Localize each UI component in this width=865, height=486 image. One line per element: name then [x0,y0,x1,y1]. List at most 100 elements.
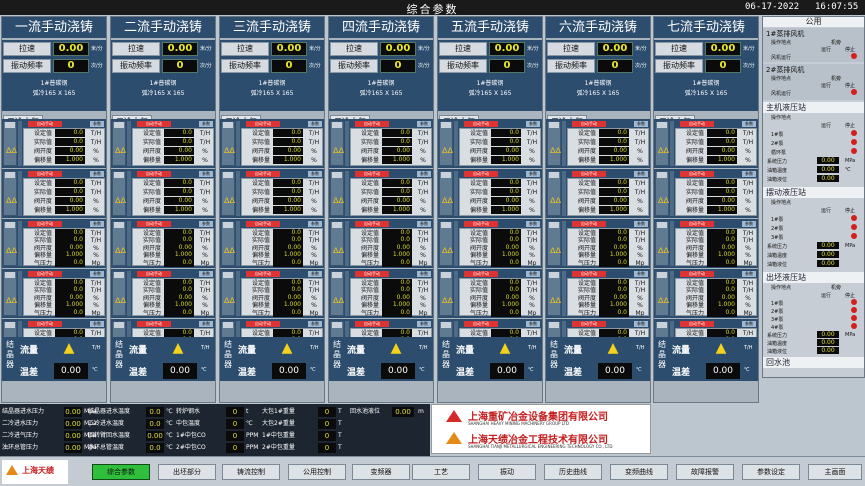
param-button[interactable]: 参数 [417,321,431,327]
pull-label: 拉速 [439,42,487,56]
zone-indicator: ᐃᐃ [330,221,344,266]
mode-button[interactable]: 自动手动 [572,121,606,127]
mode-button[interactable]: 自动手动 [355,321,389,327]
param-button[interactable]: 参数 [742,321,756,327]
osc-value: 0 [53,59,89,73]
mode-button[interactable]: 自动手动 [246,271,280,277]
mode-button[interactable]: 自动手动 [28,171,62,177]
mode-button[interactable]: 自动手动 [572,321,606,327]
nav-button[interactable]: 工艺 [412,464,470,480]
param-button[interactable]: 参数 [417,121,431,127]
mode-button[interactable]: 自动手动 [355,271,389,277]
param-button[interactable]: 参数 [742,171,756,177]
param-button[interactable]: 参数 [199,271,213,277]
param-button[interactable]: 参数 [308,121,322,127]
nav-button[interactable]: 振动 [478,464,536,480]
param-button[interactable]: 参数 [90,171,104,177]
osc-label: 振动频率 [221,59,269,73]
param-button[interactable]: 参数 [308,271,322,277]
mode-button[interactable]: 自动手动 [137,121,171,127]
param-button[interactable]: 参数 [308,221,322,227]
mode-button[interactable]: 自动手动 [572,221,606,227]
mode-button[interactable]: 自动手动 [246,121,280,127]
nav-button[interactable]: 综合参数 [92,464,150,480]
strand-title[interactable]: 一流手动浇铸 [2,17,106,38]
oil-level-label: 油箱液位 [767,349,788,355]
mode-button[interactable]: 自动手动 [464,221,498,227]
mode-button[interactable]: 自动手动 [246,171,280,177]
mode-button[interactable]: 自动手动 [137,321,171,327]
param-button[interactable]: 参数 [634,121,648,127]
mode-button[interactable]: 自动手动 [680,221,714,227]
mode-button[interactable]: 自动手动 [464,171,498,177]
mode-button[interactable]: 自动手动 [355,121,389,127]
mode-button[interactable]: 自动手动 [464,321,498,327]
mode-button[interactable]: 自动手动 [28,221,62,227]
strand-title[interactable]: 二流手动浇铸 [111,17,215,38]
param-button[interactable]: 参数 [526,121,540,127]
mode-button[interactable]: 自动手动 [137,221,171,227]
param-button[interactable]: 参数 [417,221,431,227]
param-button[interactable]: 参数 [417,171,431,177]
param-button[interactable]: 参数 [417,271,431,277]
nav-button[interactable]: 主画面 [808,464,862,480]
mode-button[interactable]: 自动手动 [464,121,498,127]
row-unit: Mp [635,259,645,267]
param-button[interactable]: 参数 [742,271,756,277]
param-button[interactable]: 参数 [199,121,213,127]
strand-title[interactable]: 四流手动浇铸 [329,17,433,38]
param-button[interactable]: 参数 [199,221,213,227]
nav-button[interactable]: 参数设定 [742,464,800,480]
mode-button[interactable]: 自动手动 [28,271,62,277]
param-button[interactable]: 参数 [742,221,756,227]
mode-button[interactable]: 自动手动 [246,321,280,327]
spray-icon: ᐃᐃ [333,296,344,305]
param-button[interactable]: 参数 [199,171,213,177]
table-row: 气压力0.0 Mp [242,258,324,268]
mode-button[interactable]: 自动手动 [680,121,714,127]
param-button[interactable]: 参数 [308,171,322,177]
param-button[interactable]: 参数 [634,321,648,327]
nav-button[interactable]: 出坯部分 [158,464,216,480]
param-button[interactable]: 参数 [526,221,540,227]
nav-button[interactable]: 公用控制 [288,464,346,480]
param-button[interactable]: 参数 [526,321,540,327]
mode-button[interactable]: 自动手动 [137,171,171,177]
nav-button[interactable]: 历史曲线 [544,464,602,480]
mode-button[interactable]: 自动手动 [680,321,714,327]
nav-button[interactable]: 变频曲线 [610,464,668,480]
mode-button[interactable]: 自动手动 [355,221,389,227]
param-button[interactable]: 参数 [526,271,540,277]
mode-button[interactable]: 自动手动 [572,171,606,177]
row-label: 偏移量 [469,207,488,214]
param-button[interactable]: 参数 [90,271,104,277]
param-button[interactable]: 参数 [634,171,648,177]
mode-button[interactable]: 自动手动 [137,271,171,277]
param-button[interactable]: 参数 [308,321,322,327]
param-button[interactable]: 参数 [90,321,104,327]
param-button[interactable]: 参数 [634,271,648,277]
nav-button[interactable]: 铸流控制 [222,464,280,480]
mode-button[interactable]: 自动手动 [464,271,498,277]
strand-title[interactable]: 五流手动浇铸 [438,17,542,38]
param-button[interactable]: 参数 [90,121,104,127]
strand-title[interactable]: 七流手动浇铸 [654,17,758,38]
strand-title[interactable]: 三流手动浇铸 [220,17,324,38]
param-button[interactable]: 参数 [526,171,540,177]
mode-button[interactable]: 自动手动 [572,271,606,277]
param-button[interactable]: 参数 [634,221,648,227]
nav-button[interactable]: 变频器 [352,464,410,480]
param-button[interactable]: 参数 [90,221,104,227]
mode-button[interactable]: 自动手动 [28,321,62,327]
mode-button[interactable]: 自动手动 [246,221,280,227]
strand-title[interactable]: 六流手动浇铸 [546,17,650,38]
strand-panel: 五流手动浇铸拉速0.00米/分振动频率0次/分1#普碳钢弧冷165 X 165二… [437,16,543,403]
steel-info: 1#普碳钢 弧冷165 X 165 [329,75,433,111]
nav-button[interactable]: 故障报警 [676,464,734,480]
mode-button[interactable]: 自动手动 [28,121,62,127]
mode-button[interactable]: 自动手动 [680,171,714,177]
mode-button[interactable]: 自动手动 [355,171,389,177]
mode-button[interactable]: 自动手动 [680,271,714,277]
param-button[interactable]: 参数 [199,321,213,327]
param-button[interactable]: 参数 [742,121,756,127]
